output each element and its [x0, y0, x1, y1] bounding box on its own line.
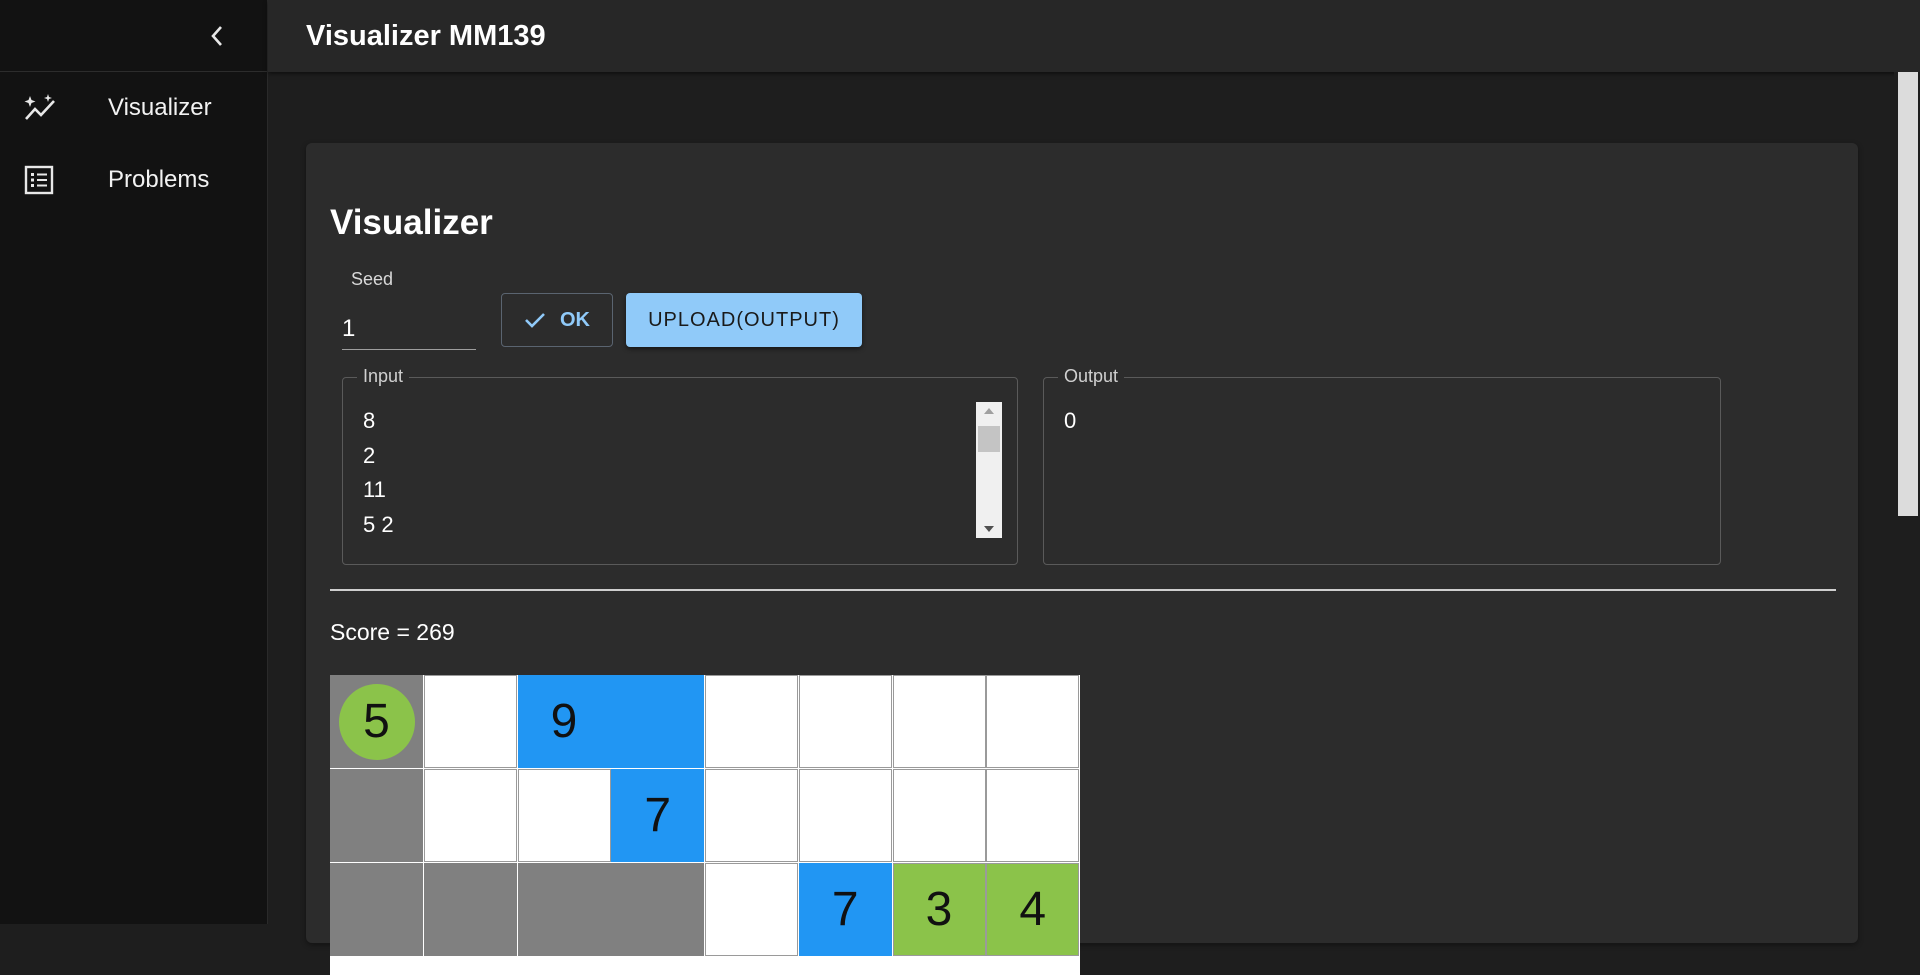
board-cell [330, 862, 423, 956]
board-cell [798, 675, 892, 768]
board-cell-value: 3 [925, 882, 953, 936]
board-cell-value: 4 [1019, 882, 1047, 936]
sidebar-item-problems[interactable]: Problems [0, 144, 267, 216]
chevron-left-icon [211, 25, 222, 46]
ok-button[interactable]: OK [501, 293, 613, 347]
board-cell: 5 [330, 675, 423, 768]
board-cell [611, 675, 705, 768]
ok-button-label: OK [560, 308, 590, 331]
output-line: 0 [1064, 408, 1077, 433]
sidebar-header [0, 0, 267, 72]
collapse-sidebar-button[interactable] [197, 16, 237, 56]
sidebar: Visualizer Problems [0, 0, 268, 924]
input-line: 11 [363, 477, 386, 502]
sparkle-chart-icon [24, 91, 68, 125]
output-text: 0 [1064, 404, 1076, 439]
page-title: Visualizer [330, 203, 493, 242]
upload-output-button[interactable]: UPLOAD(OUTPUT) [626, 293, 862, 347]
seed-input[interactable] [342, 309, 476, 350]
sidebar-item-label: Problems [108, 166, 210, 193]
board-cell: 7 [798, 862, 892, 956]
input-line: 2 [363, 442, 376, 468]
board-cell: 9 [517, 675, 611, 768]
board-cell [892, 675, 986, 768]
board-cell [986, 768, 1080, 862]
sidebar-item-label: Visualizer [108, 94, 212, 121]
input-text: 8 2 11 5 2 [363, 404, 394, 542]
divider [330, 589, 1836, 591]
board-cell [705, 675, 798, 768]
board-cell [705, 862, 798, 956]
input-scrollbar-thumb[interactable] [978, 426, 1000, 452]
visualizer-card: Visualizer Seed OK UPLOAD(OUTPUT) Input … [306, 143, 1858, 975]
input-scrollbar[interactable] [976, 402, 1002, 538]
board-cell [330, 768, 423, 862]
board-cell [423, 862, 517, 956]
board-cell [517, 862, 611, 956]
board-cell [611, 862, 705, 956]
page-scrollbar[interactable] [1894, 72, 1920, 924]
board-cell [423, 768, 517, 862]
page-scrollbar-thumb[interactable] [1898, 72, 1918, 516]
board-cell [517, 768, 611, 862]
app-title: Visualizer MM139 [306, 19, 546, 52]
upload-button-label: UPLOAD(OUTPUT) [648, 308, 840, 331]
board-circle: 5 [338, 683, 415, 760]
board-cell [892, 768, 986, 862]
board-grid: 5 9 7 7 3 4 [330, 675, 1080, 975]
output-legend: Output [1058, 366, 1125, 387]
board-cell [798, 768, 892, 862]
board-cell [423, 675, 517, 768]
board-cell-value: 7 [644, 788, 672, 842]
board-cell [705, 768, 798, 862]
board-cell: 3 [892, 862, 986, 956]
app-bar: Visualizer MM139 [268, 0, 1920, 72]
board-cell [986, 675, 1080, 768]
output-textarea[interactable]: Output 0 [1043, 366, 1721, 565]
seed-label: Seed [351, 269, 394, 289]
list-icon [24, 163, 68, 197]
scroll-down-arrow-icon[interactable] [984, 526, 994, 532]
sidebar-item-visualizer[interactable]: Visualizer [0, 72, 267, 144]
check-icon [525, 313, 545, 328]
board-cell-value: 7 [831, 882, 859, 936]
board-cell: 7 [611, 768, 705, 862]
board-cell: 4 [986, 862, 1080, 956]
scroll-up-arrow-icon[interactable] [984, 408, 994, 414]
board-cell-value: 9 [550, 695, 578, 748]
score-text: Score = 269 [330, 619, 455, 645]
input-textarea[interactable]: Input 8 2 11 5 2 [342, 366, 1018, 565]
input-legend: Input [357, 366, 410, 387]
input-line: 8 [363, 408, 376, 433]
input-line: 5 2 [363, 511, 394, 537]
